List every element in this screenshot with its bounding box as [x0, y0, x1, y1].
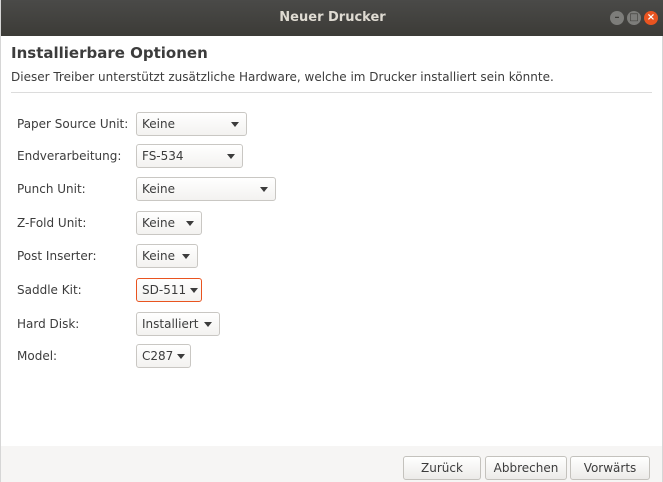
close-button[interactable]: × [644, 11, 658, 25]
option-label: Saddle Kit: [17, 283, 82, 297]
dropdown-arrow-icon [186, 220, 194, 226]
dropdown-value: Keine [142, 249, 175, 263]
page-description: Dieser Treiber unterstützt zusätzliche H… [11, 70, 554, 84]
dropdown-arrow-icon [177, 353, 186, 359]
option-row-paper-source-unit: Paper Source Unit: Keine [17, 111, 247, 137]
option-row-post-inserter: Post Inserter: Keine [17, 243, 198, 269]
saddle-kit-dropdown[interactable]: SD-511 [136, 278, 202, 302]
dropdown-value: FS-534 [142, 149, 184, 163]
dropdown-value: C287 [142, 349, 174, 363]
option-row-z-fold-unit: Z-Fold Unit: Keine [17, 210, 202, 236]
printer-dialog-window: Neuer Drucker – □ × Installierbare Optio… [0, 0, 663, 482]
option-row-hard-disk: Hard Disk: Installiert [17, 311, 220, 337]
minimize-icon: – [614, 12, 620, 23]
back-button[interactable]: Zurück [403, 456, 481, 480]
option-row-saddle-kit: Saddle Kit: SD-511 [17, 277, 202, 303]
dialog-content: Installierbare Optionen Dieser Treiber u… [1, 36, 662, 446]
option-label: Paper Source Unit: [17, 117, 129, 131]
minimize-button[interactable]: – [610, 11, 624, 25]
option-label: Post Inserter: [17, 249, 97, 263]
endverarbeitung-dropdown[interactable]: FS-534 [136, 144, 243, 168]
punch-unit-dropdown[interactable]: Keine [136, 177, 276, 201]
separator [11, 92, 652, 93]
dropdown-value: Keine [142, 117, 175, 131]
button-bar: Zurück Abbrechen Vorwärts [1, 446, 662, 482]
dropdown-arrow-icon [227, 153, 235, 159]
forward-button[interactable]: Vorwärts [570, 456, 650, 480]
title-bar[interactable]: Neuer Drucker – □ × [1, 0, 663, 36]
dropdown-arrow-icon [260, 186, 268, 192]
dropdown-value: Keine [142, 216, 175, 230]
cancel-button[interactable]: Abbrechen [485, 456, 567, 480]
hard-disk-dropdown[interactable]: Installiert [136, 312, 220, 336]
dropdown-value: SD-511 [142, 283, 187, 297]
window-title: Neuer Drucker [279, 10, 386, 25]
maximize-button[interactable]: □ [627, 11, 641, 25]
dropdown-value: Keine [142, 182, 175, 196]
dropdown-arrow-icon [190, 287, 199, 293]
model-dropdown[interactable]: C287 [136, 344, 191, 368]
dropdown-arrow-icon [204, 321, 212, 327]
option-label: Endverarbeitung: [17, 149, 122, 163]
page-title: Installierbare Optionen [11, 44, 208, 62]
option-label: Hard Disk: [17, 317, 80, 331]
window-controls: – □ × [610, 11, 658, 25]
option-label: Model: [17, 349, 58, 363]
dropdown-arrow-icon [231, 121, 239, 127]
paper-source-unit-dropdown[interactable]: Keine [136, 112, 247, 136]
dropdown-arrow-icon [182, 253, 190, 259]
close-icon: × [646, 12, 656, 23]
option-row-endverarbeitung: Endverarbeitung: FS-534 [17, 143, 243, 169]
option-row-model: Model: C287 [17, 343, 191, 369]
post-inserter-dropdown[interactable]: Keine [136, 244, 198, 268]
z-fold-unit-dropdown[interactable]: Keine [136, 211, 202, 235]
option-label: Punch Unit: [17, 182, 86, 196]
option-row-punch-unit: Punch Unit: Keine [17, 176, 276, 202]
dropdown-value: Installiert [142, 317, 199, 331]
maximize-icon: □ [629, 12, 639, 23]
option-label: Z-Fold Unit: [17, 216, 87, 230]
